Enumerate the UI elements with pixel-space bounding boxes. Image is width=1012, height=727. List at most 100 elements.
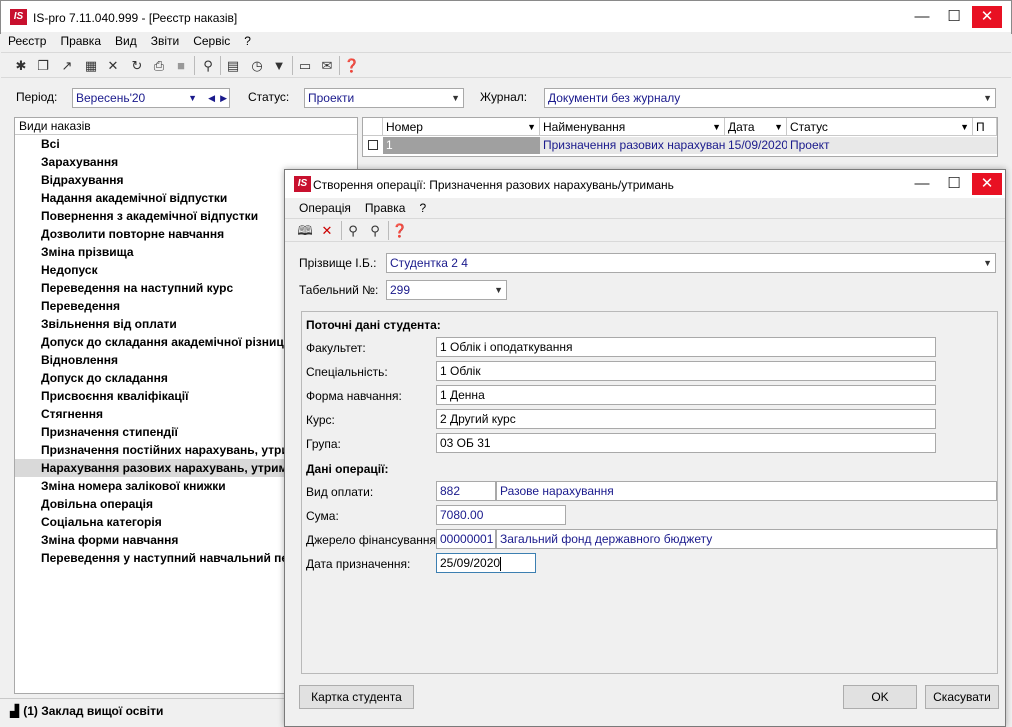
period-label: Період: <box>16 90 58 104</box>
next-period-icon[interactable]: ▶ <box>220 89 227 107</box>
row-checkbox[interactable] <box>368 140 378 150</box>
dialog-menu-operation[interactable]: Операція <box>292 199 358 217</box>
dialog-title: Створення операції: Призначення разових … <box>313 178 674 192</box>
prev-period-icon[interactable]: ◀ <box>208 89 215 107</box>
course-label: Курс: <box>306 413 335 427</box>
close-button[interactable]: ✕ <box>972 6 1002 28</box>
table-icon[interactable]: ▤ <box>223 56 243 75</box>
col-number-label: Номер <box>386 120 423 134</box>
grid-icon[interactable]: ▦ <box>81 56 101 75</box>
filter-icon[interactable]: ▼ <box>269 56 289 75</box>
chevron-down-icon[interactable]: ▼ <box>983 89 992 107</box>
assign-date-field[interactable]: 25/09/2020 <box>436 553 536 573</box>
menu-help[interactable]: ? <box>237 32 258 50</box>
group-label: Група: <box>306 437 341 451</box>
toolbar-separator <box>341 221 342 240</box>
col-number[interactable]: Номер ▼ <box>383 118 540 136</box>
paytype-code-field[interactable]: 882 <box>436 481 496 501</box>
col-status-label: Статус <box>790 120 828 134</box>
group-field[interactable]: 03 ОБ 31 <box>436 433 936 453</box>
funding-source-code-field[interactable]: 00000001 <box>436 529 496 549</box>
sum-field[interactable]: 7080.00 <box>436 505 566 525</box>
status-select[interactable]: Проекти ▼ <box>304 88 464 108</box>
funding-source-name-field[interactable]: Загальний фонд державного бюджету <box>496 529 997 549</box>
dialog-menu-edit[interactable]: Правка <box>358 199 413 217</box>
col-status[interactable]: Статус ▼ <box>787 118 973 136</box>
dialog-menu-help[interactable]: ? <box>412 199 433 217</box>
chevron-down-icon[interactable]: ▼ <box>188 89 197 107</box>
row-status[interactable]: Проект <box>787 137 973 154</box>
menu-edit[interactable]: Правка <box>53 32 108 50</box>
new-document-icon[interactable]: ✱ <box>11 56 31 75</box>
row-name[interactable]: Призначення разових нарахувань <box>540 137 725 154</box>
funding-source-label: Джерело фінансування: <box>306 533 440 547</box>
help-icon[interactable]: ❓ <box>390 221 410 240</box>
col-date[interactable]: Дата ▼ <box>725 118 787 136</box>
surname-value: Студентка 2 4 <box>390 256 468 270</box>
order-type-item[interactable]: Всі <box>15 135 357 153</box>
col-name[interactable]: Найменування ▼ <box>540 118 725 136</box>
journal-value: Документи без журналу <box>548 91 681 105</box>
open-icon[interactable]: ↗ <box>57 56 77 75</box>
chevron-down-icon[interactable]: ▼ <box>712 118 721 136</box>
row-p[interactable] <box>973 137 997 154</box>
paytype-label: Вид оплати: <box>306 485 374 499</box>
study-form-field[interactable]: 1 Денна <box>436 385 936 405</box>
sum-label: Сума: <box>306 509 339 523</box>
chevron-down-icon[interactable]: ▼ <box>494 281 503 299</box>
cancel-button[interactable]: Скасувати <box>925 685 999 709</box>
row-date[interactable]: 15/09/2020 <box>725 137 787 154</box>
book-icon[interactable]: 🕮 <box>295 221 315 240</box>
tab-number-select[interactable]: 299 ▼ <box>386 280 507 300</box>
menu-register[interactable]: Реєстр <box>1 32 53 50</box>
student-card-button[interactable]: Картка студента <box>299 685 414 709</box>
delete-icon[interactable]: ✕ <box>103 56 123 75</box>
study-form-label: Форма навчання: <box>306 389 402 403</box>
toolbar-separator <box>339 56 340 75</box>
menu-reports[interactable]: Звіти <box>144 32 187 50</box>
search-icon[interactable]: ⚲ <box>198 56 218 75</box>
mail-icon[interactable]: ✉ <box>317 56 337 75</box>
specialty-field[interactable]: 1 Облік <box>436 361 936 381</box>
chevron-down-icon[interactable]: ▼ <box>774 118 783 136</box>
search-icon[interactable]: ⚲ <box>343 221 363 240</box>
disabled-tool-icon[interactable]: ■ <box>171 56 191 75</box>
menu-view[interactable]: Вид <box>108 32 144 50</box>
document-icon[interactable]: ▭ <box>295 56 315 75</box>
current-data-heading: Поточні дані студента: <box>306 318 441 332</box>
status-value: Проекти <box>308 91 355 105</box>
faculty-field[interactable]: 1 Облік і оподаткування <box>436 337 936 357</box>
col-p-label: П <box>976 120 985 134</box>
chevron-down-icon[interactable]: ▼ <box>960 118 969 136</box>
dialog-logo: IS <box>294 176 311 192</box>
chevron-down-icon[interactable]: ▼ <box>527 118 536 136</box>
delete-icon[interactable]: ✕ <box>317 221 337 240</box>
period-select[interactable]: Вересень'20 ▼ ◀ ▶ <box>72 88 230 108</box>
minimize-button[interactable]: — <box>907 6 937 28</box>
toolbar-separator <box>220 56 221 75</box>
col-p[interactable]: П <box>973 118 997 136</box>
dialog-minimize-button[interactable]: — <box>907 173 937 195</box>
refresh-icon[interactable]: ↻ <box>127 56 147 75</box>
calendar-icon[interactable]: ◷ <box>247 56 267 75</box>
app-logo: IS <box>10 9 27 25</box>
help-icon[interactable]: ❓ <box>342 56 362 75</box>
ok-button[interactable]: OK <box>843 685 917 709</box>
print-icon[interactable]: ⎙ <box>149 56 169 75</box>
paytype-name-field[interactable]: Разове нарахування <box>496 481 997 501</box>
search-next-icon[interactable]: ⚲ <box>365 221 385 240</box>
chevron-down-icon[interactable]: ▼ <box>983 254 992 272</box>
journal-select[interactable]: Документи без журналу ▼ <box>544 88 996 108</box>
dialog-toolbar: 🕮 ✕ ⚲ ⚲ ❓ <box>285 218 1005 242</box>
dialog-maximize-button[interactable]: ☐ <box>939 173 969 195</box>
maximize-button[interactable]: ☐ <box>939 6 969 28</box>
toolbar-separator <box>292 56 293 75</box>
menu-service[interactable]: Сервіс <box>186 32 237 50</box>
row-number[interactable]: 1 <box>383 137 540 154</box>
copy-icon[interactable]: ❐ <box>33 56 53 75</box>
surname-select[interactable]: Студентка 2 4 ▼ <box>386 253 996 273</box>
dialog-close-button[interactable]: ✕ <box>972 173 1002 195</box>
chevron-down-icon[interactable]: ▼ <box>451 89 460 107</box>
specialty-label: Спеціальність: <box>306 365 388 379</box>
course-field[interactable]: 2 Другий курс <box>436 409 936 429</box>
